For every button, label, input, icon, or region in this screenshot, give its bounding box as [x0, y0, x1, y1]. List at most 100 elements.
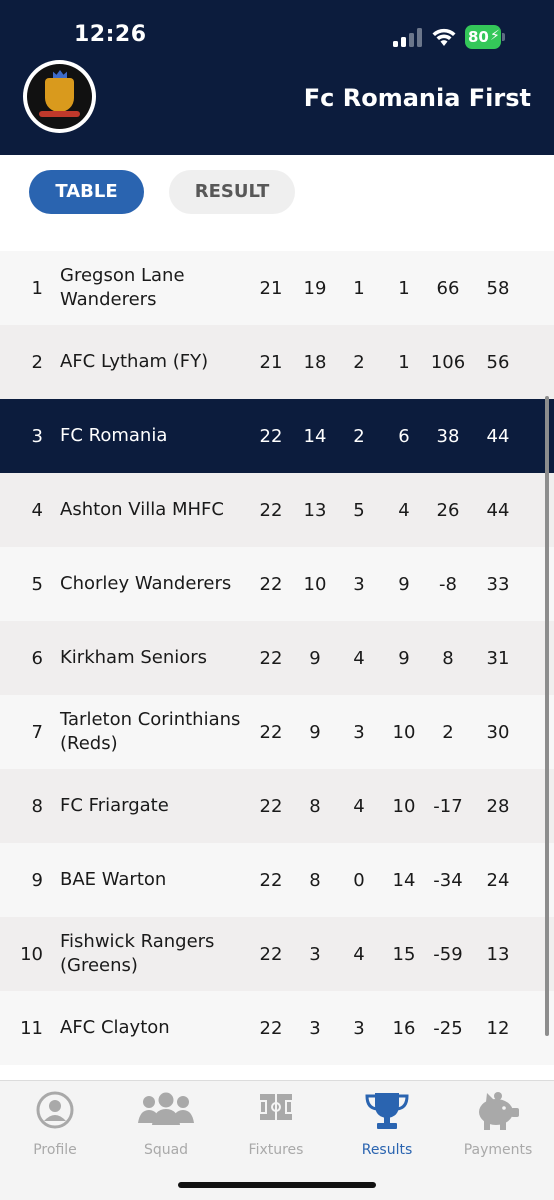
row-points: 24	[486, 869, 510, 891]
cellular-signal-icon	[393, 27, 423, 47]
wifi-icon	[432, 28, 456, 46]
row-points: 44	[486, 425, 510, 447]
nav-profile[interactable]: Profile	[5, 1089, 105, 1159]
table-row[interactable]: 6 Kirkham Seniors 22 9 4 9 8 31	[0, 621, 554, 695]
row-points: 56	[486, 351, 510, 373]
row-goal-difference: -8	[439, 573, 457, 595]
table-row[interactable]: 9 BAE Warton 22 8 0 14 -34 24	[0, 843, 554, 917]
row-won: 10	[303, 573, 327, 595]
row-team-name: AFC Lytham (FY)	[60, 351, 209, 372]
row-team-name: FC Friargate	[60, 795, 169, 816]
row-lost: 1	[398, 277, 410, 299]
home-indicator[interactable]	[178, 1182, 376, 1188]
trophy-icon	[365, 1093, 409, 1129]
row-goal-difference: 38	[436, 425, 460, 447]
team-title: Fc Romania First	[303, 84, 531, 112]
nav-results[interactable]: Results	[337, 1089, 437, 1159]
row-team-name: AFC Clayton	[60, 1017, 170, 1038]
row-position: 11	[20, 1017, 43, 1039]
row-won: 3	[309, 943, 321, 965]
table-row[interactable]: 5 Chorley Wanderers 22 10 3 9 -8 33	[0, 547, 554, 621]
row-position: 3	[31, 425, 43, 447]
row-team-name: BAE Warton	[60, 869, 167, 890]
row-team-name: FC Romania	[60, 425, 168, 446]
row-played: 22	[259, 721, 283, 743]
row-played: 22	[259, 573, 283, 595]
row-position: 4	[31, 499, 43, 521]
row-team-name: Tarleton Corinthians (Reds)	[60, 709, 241, 754]
row-points: 58	[486, 277, 510, 299]
row-won: 18	[303, 351, 327, 373]
row-points: 13	[486, 943, 510, 965]
row-played: 22	[259, 943, 283, 965]
app-header: 12:26 80 ⚡ Fc Romania First	[0, 0, 554, 155]
row-won: 8	[309, 869, 321, 891]
row-position: 8	[31, 795, 43, 817]
row-position: 10	[20, 943, 43, 965]
row-drawn: 5	[353, 499, 365, 521]
status-time: 12:26	[74, 22, 147, 47]
row-played: 22	[259, 425, 283, 447]
row-lost: 10	[392, 795, 416, 817]
row-goal-difference: 66	[436, 277, 460, 299]
table-row[interactable]: 4 Ashton Villa MHFC 22 13 5 4 26 44	[0, 473, 554, 547]
row-points: 28	[486, 795, 510, 817]
row-team-name: Kirkham Seniors	[60, 647, 208, 668]
row-lost: 14	[392, 869, 416, 891]
table-row[interactable]: 8 FC Friargate 22 8 4 10 -17 28	[0, 769, 554, 843]
row-drawn: 2	[353, 425, 365, 447]
row-won: 13	[303, 499, 327, 521]
nav-label: Fixtures	[248, 1142, 304, 1158]
row-goal-difference: 8	[442, 647, 454, 669]
squad-icon	[138, 1092, 194, 1125]
row-played: 21	[259, 277, 283, 299]
row-played: 22	[259, 647, 283, 669]
row-played: 22	[259, 499, 283, 521]
row-played: 21	[259, 351, 283, 373]
nav-squad[interactable]: Squad	[116, 1089, 216, 1159]
row-team-name: Chorley Wanderers	[60, 573, 232, 594]
fixtures-icon	[259, 1094, 293, 1120]
row-goal-difference: -34	[433, 869, 463, 891]
tab-result[interactable]: RESULT	[169, 170, 295, 214]
table-row[interactable]: 1 Gregson Lane Wanderers 21 19 1 1 66 58	[0, 251, 554, 325]
table-row[interactable]: 3 FC Romania 22 14 2 6 38 44	[0, 399, 554, 473]
row-played: 22	[259, 795, 283, 817]
row-points: 12	[486, 1017, 510, 1039]
league-table: 1 Gregson Lane Wanderers 21 19 1 1 66 58 2 AFC Ly…	[0, 251, 554, 1065]
row-won: 19	[303, 277, 327, 299]
row-position: 7	[31, 721, 43, 743]
nav-label: Profile	[33, 1142, 77, 1158]
row-won: 9	[309, 647, 321, 669]
piggy-bank-icon	[479, 1092, 519, 1130]
row-goal-difference: 106	[430, 351, 466, 373]
row-goal-difference: 2	[442, 721, 454, 743]
row-won: 9	[309, 721, 321, 743]
nav-fixtures[interactable]: Fixtures	[226, 1089, 326, 1159]
club-logo[interactable]	[23, 60, 96, 133]
scrollbar[interactable]	[545, 396, 549, 1036]
nav-payments[interactable]: Payments	[448, 1089, 548, 1159]
row-drawn: 4	[353, 943, 365, 965]
row-drawn: 4	[353, 795, 365, 817]
nav-label: Payments	[463, 1142, 533, 1158]
table-row[interactable]: 2 AFC Lytham (FY) 21 18 2 1 106 56	[0, 325, 554, 399]
row-played: 22	[259, 1017, 283, 1039]
row-position: 9	[31, 869, 43, 891]
tab-table[interactable]: TABLE	[29, 170, 144, 214]
row-lost: 1	[398, 351, 410, 373]
row-goal-difference: -59	[433, 943, 463, 965]
row-lost: 9	[398, 573, 410, 595]
row-position: 6	[31, 647, 43, 669]
nav-label: Results	[361, 1142, 413, 1158]
row-lost: 16	[392, 1017, 416, 1039]
row-points: 33	[486, 573, 510, 595]
row-won: 14	[303, 425, 327, 447]
table-row[interactable]: 7 Tarleton Corinthians (Reds) 22 9 3 10 2 30	[0, 695, 554, 769]
table-row[interactable]: 10 Fishwick Rangers (Greens) 22 3 4 15 -59 13	[0, 917, 554, 991]
row-drawn: 3	[353, 721, 365, 743]
charging-bolt-icon: ⚡	[490, 28, 500, 44]
table-row[interactable]: 11 AFC Clayton 22 3 3 16 -25 12	[0, 991, 554, 1065]
row-team-name: Fishwick Rangers (Greens)	[60, 931, 215, 976]
row-won: 3	[309, 1017, 321, 1039]
